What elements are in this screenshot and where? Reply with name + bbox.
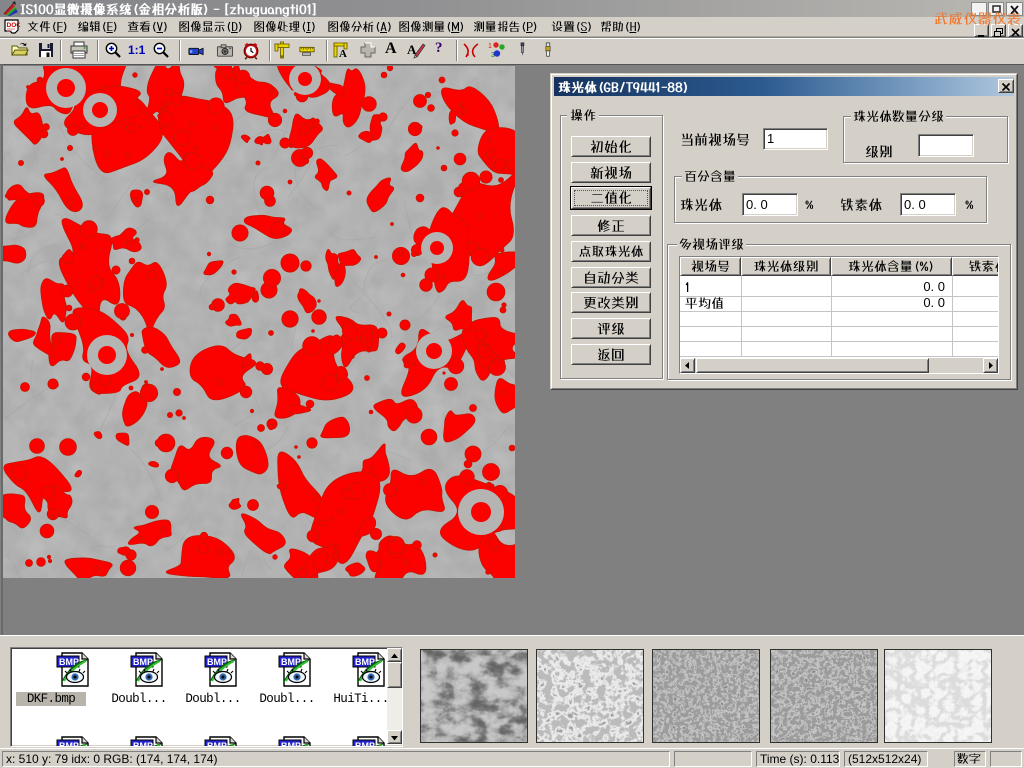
svg-text:1: 1 (488, 43, 492, 50)
svg-text:A: A (339, 48, 347, 59)
svg-text:DOC: DOC (7, 22, 21, 29)
